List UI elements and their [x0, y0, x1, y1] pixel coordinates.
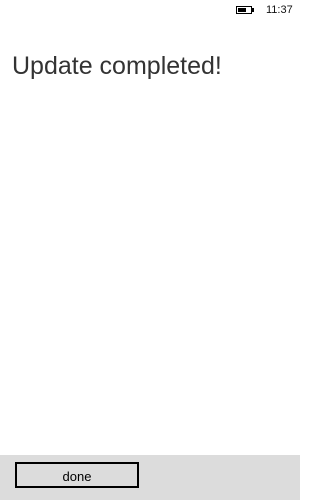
status-time: 11:37	[266, 4, 293, 16]
battery-fill	[238, 8, 246, 12]
battery-icon	[236, 6, 254, 14]
battery-tip	[252, 8, 254, 12]
done-button[interactable]: done	[15, 462, 139, 488]
status-bar: 11:37	[0, 0, 300, 20]
page-title: Update completed!	[12, 52, 222, 80]
battery-body	[236, 6, 252, 14]
update-completed-screen: 11:37 Update completed! done	[0, 0, 300, 500]
